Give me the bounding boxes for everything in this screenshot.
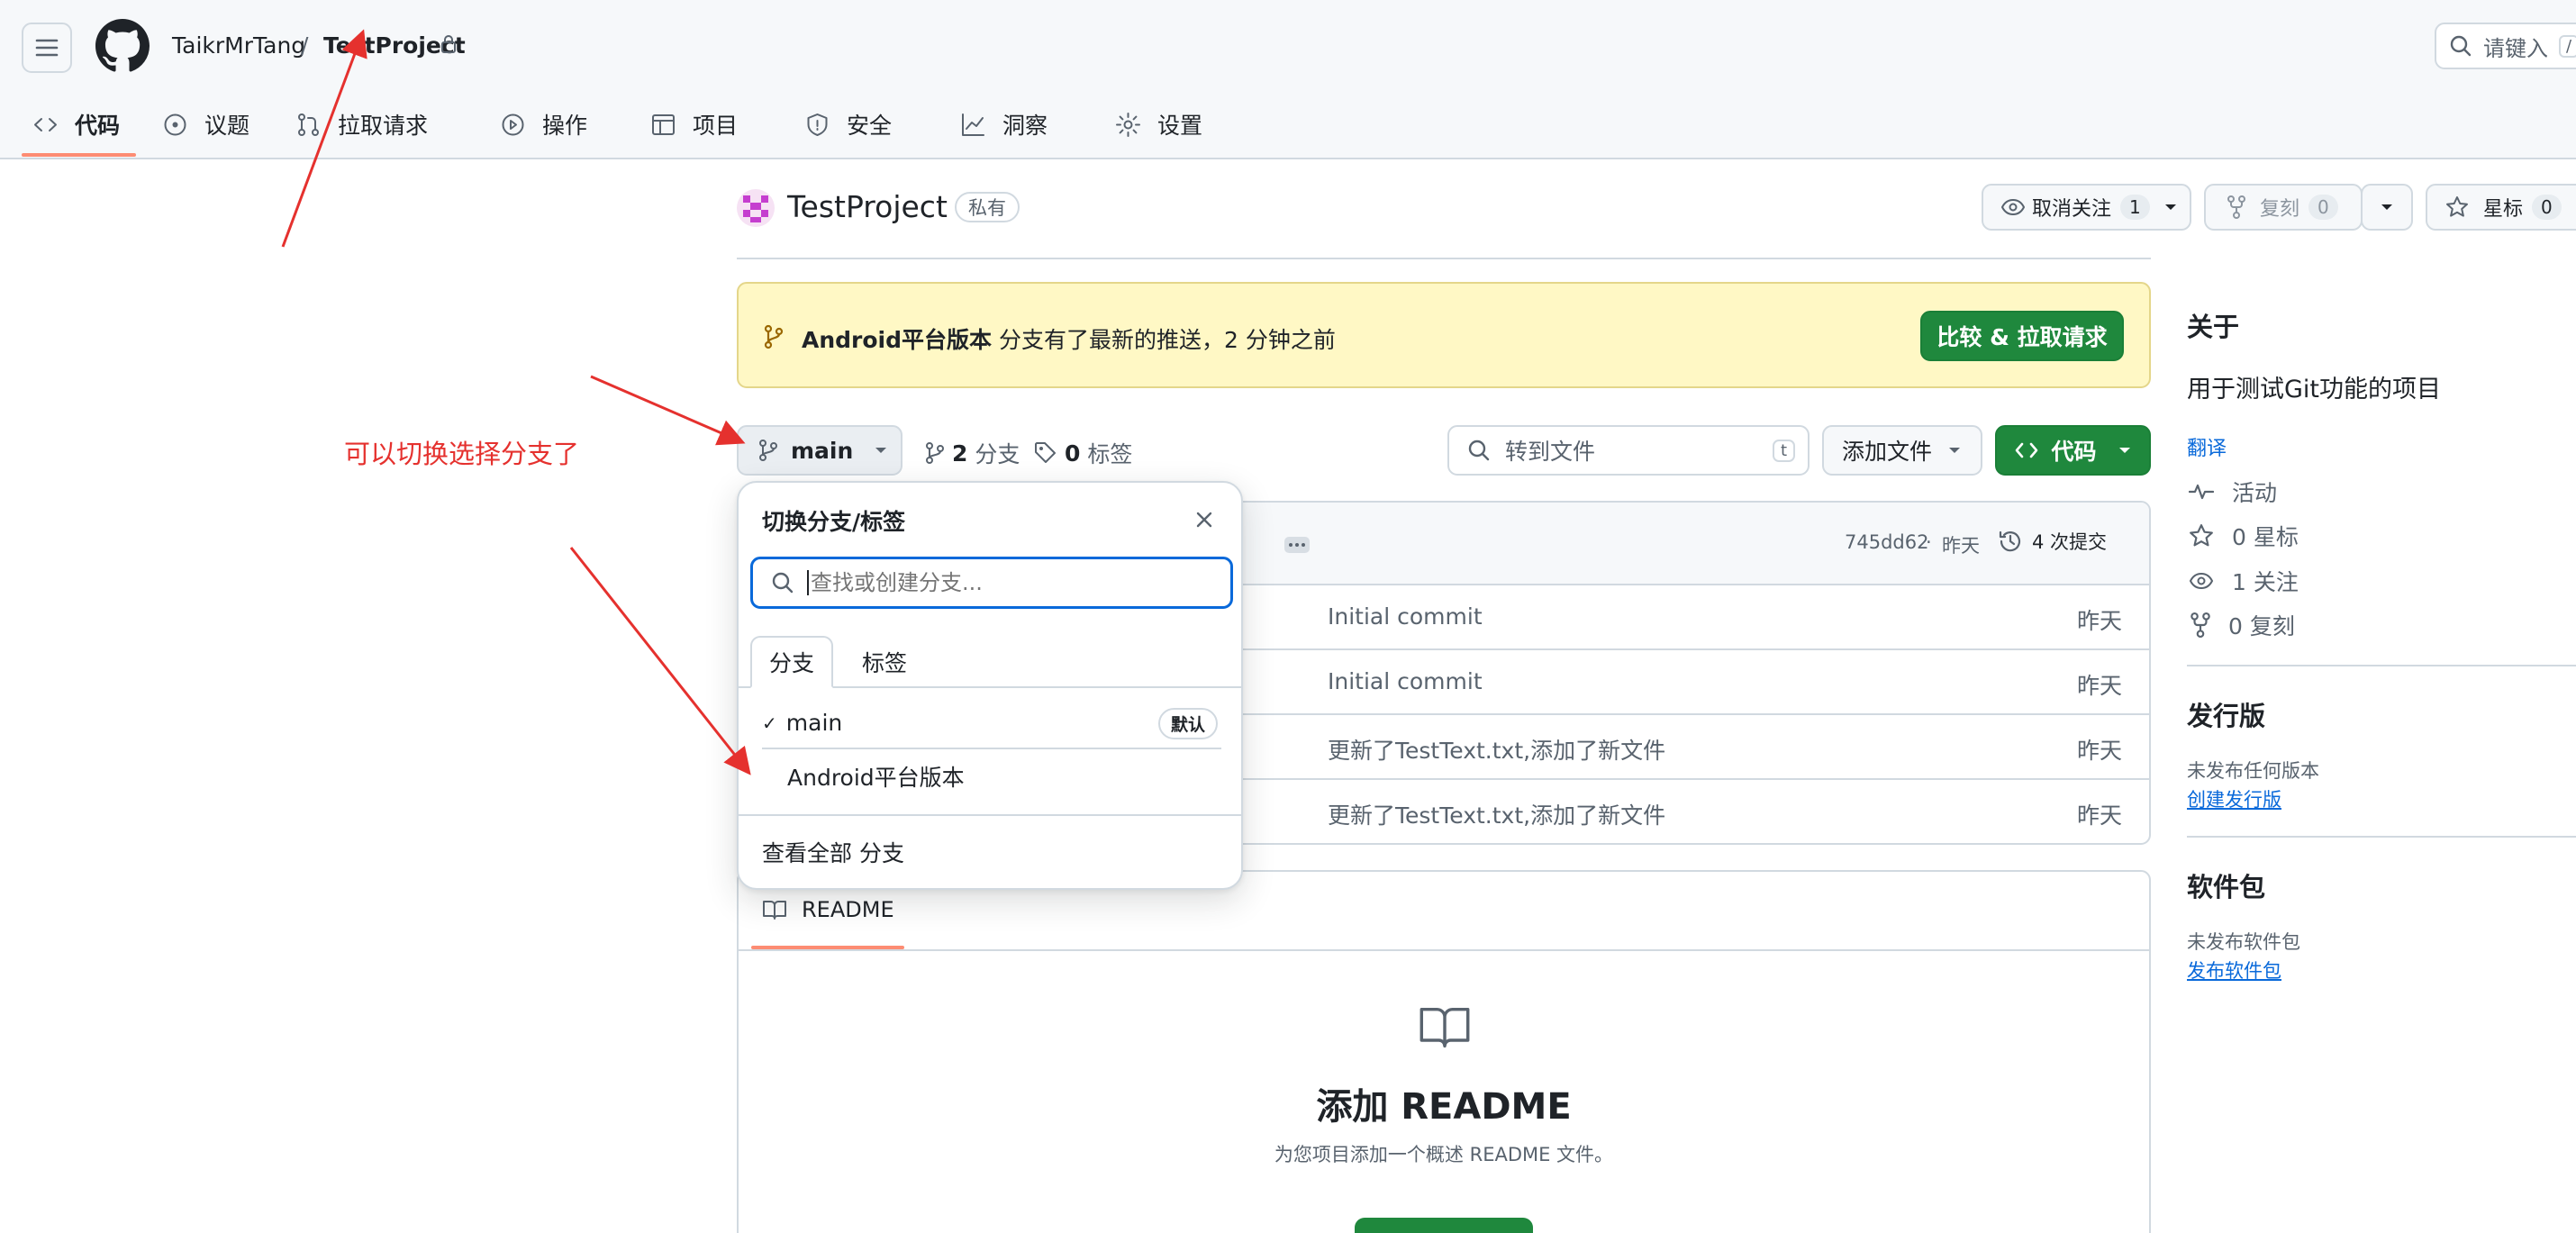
arrow-to-branch-selector <box>590 375 746 446</box>
annotation-text: 可以切换选择分支了 <box>344 439 580 469</box>
arrow-to-branch-list <box>569 547 751 775</box>
annotation-arrows <box>281 29 751 775</box>
arrow-to-repo-name <box>281 29 367 248</box>
